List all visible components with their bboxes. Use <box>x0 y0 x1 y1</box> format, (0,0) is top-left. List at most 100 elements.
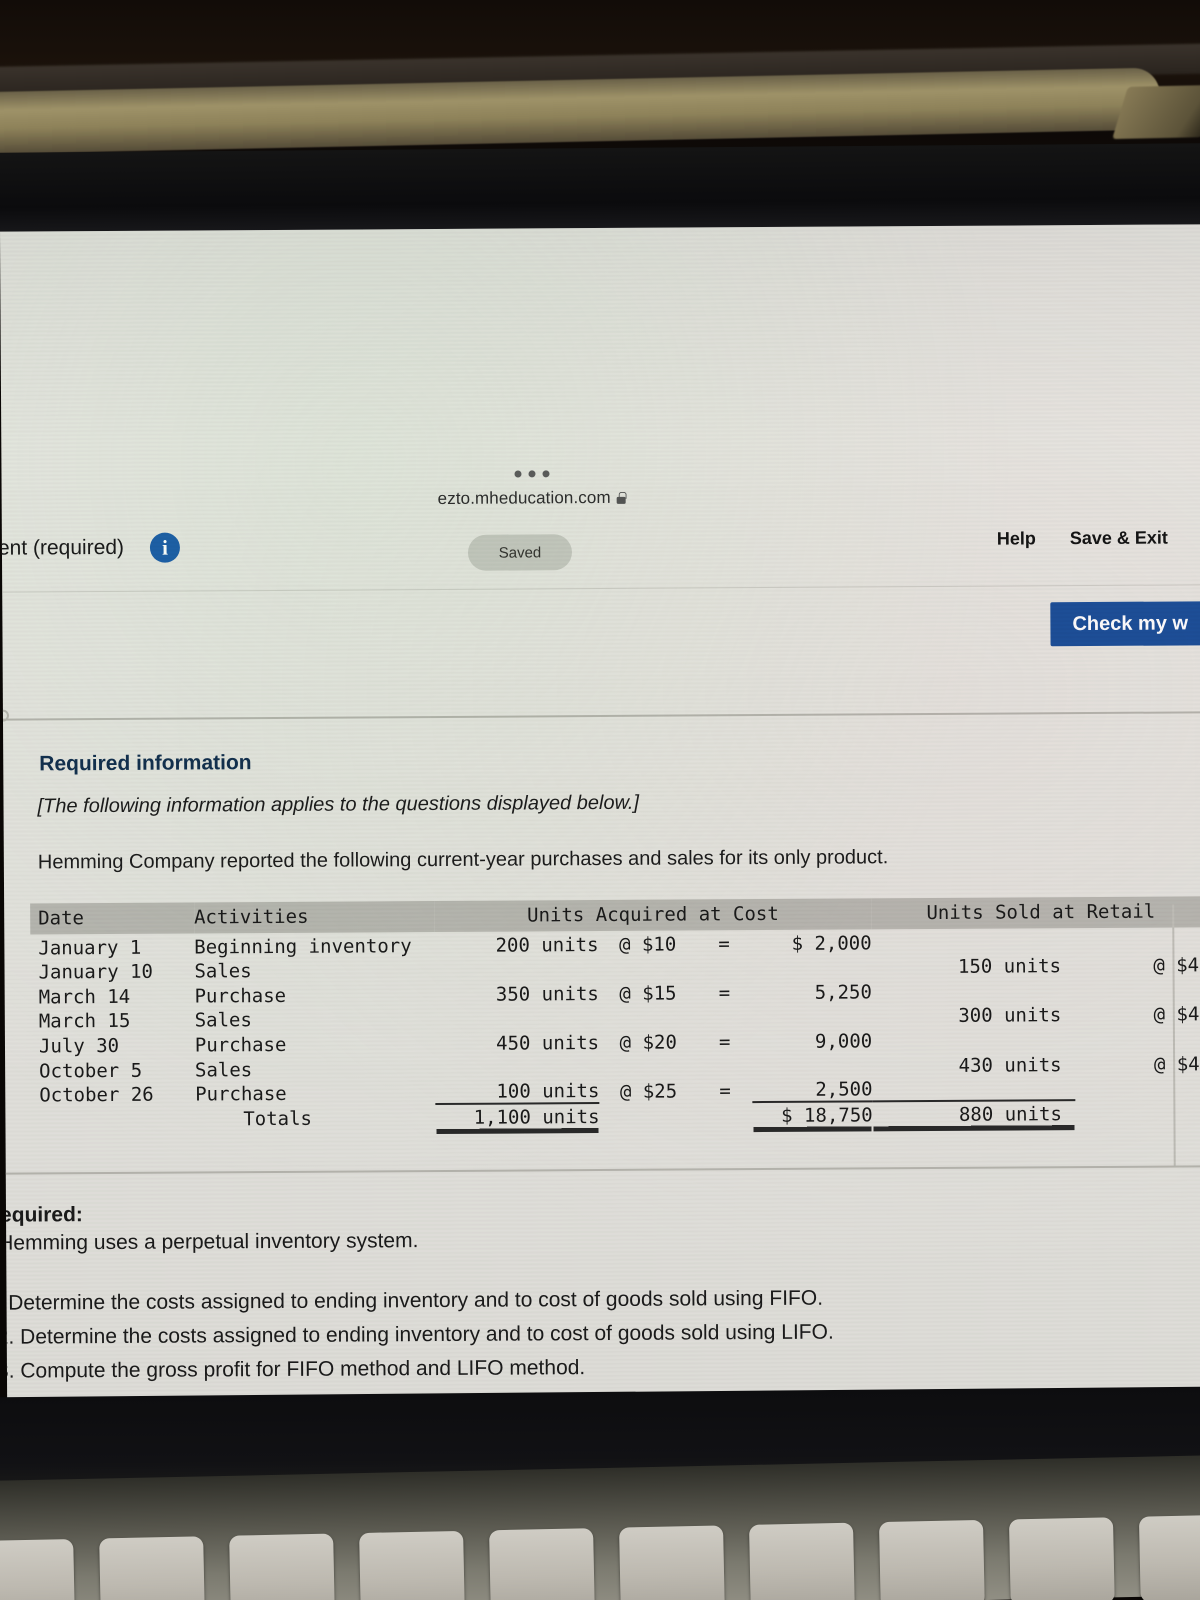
save-status-badge: Saved <box>467 534 573 571</box>
cell-equals <box>697 1053 752 1078</box>
cell-extension: 5,250 <box>814 981 872 1004</box>
cell-unit-cost <box>599 1053 697 1078</box>
cell-date: March 14 <box>38 985 131 1009</box>
panel-bottom-rule <box>5 1165 1200 1175</box>
cell-date: January 1 <box>38 936 142 960</box>
cell-activity: Sales <box>194 1058 253 1082</box>
cell-totals-sold-units: 880 units <box>873 1100 1076 1126</box>
assignment-header: ent (required) i Help Save & Exit S <box>0 517 1200 592</box>
cell-equals: = <box>718 1031 731 1054</box>
required-information-lead: Hemming Company reported the following c… <box>37 846 889 874</box>
cell-date: March 15 <box>38 1010 131 1033</box>
keyboard-key <box>359 1530 465 1600</box>
cell-units <box>435 956 599 982</box>
cell-sold-units: 150 units <box>957 955 1062 979</box>
cell-extension: $ 2,000 <box>791 931 872 955</box>
cell-blank <box>1076 1099 1200 1124</box>
keyboard-key <box>749 1522 855 1600</box>
keyboard-key <box>878 1519 985 1600</box>
info-icon[interactable]: i <box>149 532 181 563</box>
cell-sold-units: 300 units <box>958 1004 1062 1028</box>
cell-equals <box>697 955 752 980</box>
cell-unit-cost: @ $15 <box>619 982 677 1005</box>
cell-equals: = <box>718 982 731 1005</box>
cell-activity: Sales <box>194 960 252 983</box>
cell-units: 350 units <box>495 982 599 1006</box>
cell-sold-units <box>872 1075 1076 1102</box>
col-date: Date <box>38 907 85 930</box>
required-label: equired: <box>0 1203 83 1227</box>
question-item: . Determine the costs assigned to ending… <box>0 1286 824 1315</box>
keyboard-key <box>1008 1517 1115 1600</box>
keyboard-key <box>1138 1514 1200 1600</box>
cell-totals-cost: $ 18,750 <box>752 1102 873 1127</box>
cell-sold-units: 430 units <box>958 1053 1062 1077</box>
cell-unit-cost: @ $10 <box>618 933 677 956</box>
col-units-acquired: Units Acquired at Cost <box>527 902 779 927</box>
more-dots-icon[interactable] <box>514 468 554 478</box>
page-title: ent (required) <box>0 535 125 560</box>
cell-sold-price <box>1076 1075 1200 1100</box>
panel-top-rule <box>2 711 1200 721</box>
question-item: 3. Compute the gross profit for FIFO met… <box>0 1356 586 1383</box>
cell-units <box>435 1054 599 1080</box>
cell-sold-units <box>872 977 1075 1003</box>
photo-scene: ezto.mheducation.com ent (required) i He… <box>0 0 1200 1600</box>
check-my-work-button[interactable]: Check my w <box>1050 600 1200 647</box>
table-body: January 1 Beginning inventory 200 units … <box>30 927 1200 1131</box>
keyboard-key <box>99 1536 205 1600</box>
cell-activity: Purchase <box>194 1033 287 1057</box>
cell-sold-price: @ $40 <box>1075 952 1200 977</box>
cell-totals-units: 1,100 units <box>436 1103 600 1129</box>
cell-units: 100 units <box>435 1078 600 1105</box>
col-activities: Activities <box>194 905 309 929</box>
lock-icon <box>617 492 626 504</box>
cell-sold-price: @ $40 <box>1075 1001 1200 1026</box>
col-units-sold: Units Sold at Retail <box>926 900 1156 925</box>
header-links: Help Save & Exit S <box>997 527 1200 549</box>
cell-activity: Purchase <box>194 984 287 1008</box>
cell-unit-cost <box>599 955 697 980</box>
cell-totals-label: Totals <box>243 1107 313 1130</box>
url-text: ezto.mheducation.com <box>437 487 611 508</box>
cell-equals: = <box>719 1080 731 1103</box>
keyboard-key <box>229 1533 335 1600</box>
cell-extension <box>752 1052 872 1077</box>
cell-unit-cost: @ $20 <box>619 1031 677 1054</box>
question-list: . Determine the costs assigned to ending… <box>0 1282 834 1389</box>
address-bar[interactable]: ezto.mheducation.com <box>438 487 758 509</box>
cell-sold-price <box>1075 1026 1200 1051</box>
cell-extension <box>752 954 872 979</box>
save-and-exit-link[interactable]: Save & Exit <box>1070 528 1168 550</box>
cell-blank <box>698 1102 753 1127</box>
cell-date: January 10 <box>38 960 153 984</box>
cell-activity: Sales <box>194 1009 252 1032</box>
cell-date <box>31 1106 195 1132</box>
cell-date: July 30 <box>38 1034 120 1058</box>
cell-units <box>435 1005 599 1031</box>
cell-sold-units <box>872 1026 1075 1052</box>
cell-equals: = <box>718 932 730 955</box>
keyboard-key <box>489 1528 595 1600</box>
cell-blank <box>599 1103 697 1128</box>
cell-sold-price: @ $40 <box>1075 1050 1200 1075</box>
cell-unit-cost <box>599 1004 697 1029</box>
help-link[interactable]: Help <box>997 528 1036 549</box>
cell-unit-cost: @ $25 <box>619 1080 678 1104</box>
cell-units: 200 units <box>495 933 599 957</box>
stylus-tip <box>1112 84 1200 140</box>
cell-extension: 2,500 <box>752 1076 873 1103</box>
cell-date: October 5 <box>39 1059 143 1083</box>
inventory-system-note: Hemming uses a perpetual inventory syste… <box>0 1229 419 1255</box>
cell-activity: Purchase <box>195 1083 287 1106</box>
keyboard-key <box>0 1539 75 1600</box>
question-item: 2. Determine the costs assigned to endin… <box>0 1320 834 1349</box>
cell-sold-price <box>1075 976 1200 1001</box>
laptop-screen: ezto.mheducation.com ent (required) i He… <box>0 224 1200 1400</box>
cell-date: October 26 <box>39 1083 154 1107</box>
keyboard-key <box>619 1525 725 1600</box>
required-information-heading: Required information <box>39 751 252 776</box>
cell-activity: Beginning inventory <box>194 934 412 959</box>
cell-extension <box>752 1003 872 1028</box>
cell-equals <box>697 1004 752 1029</box>
